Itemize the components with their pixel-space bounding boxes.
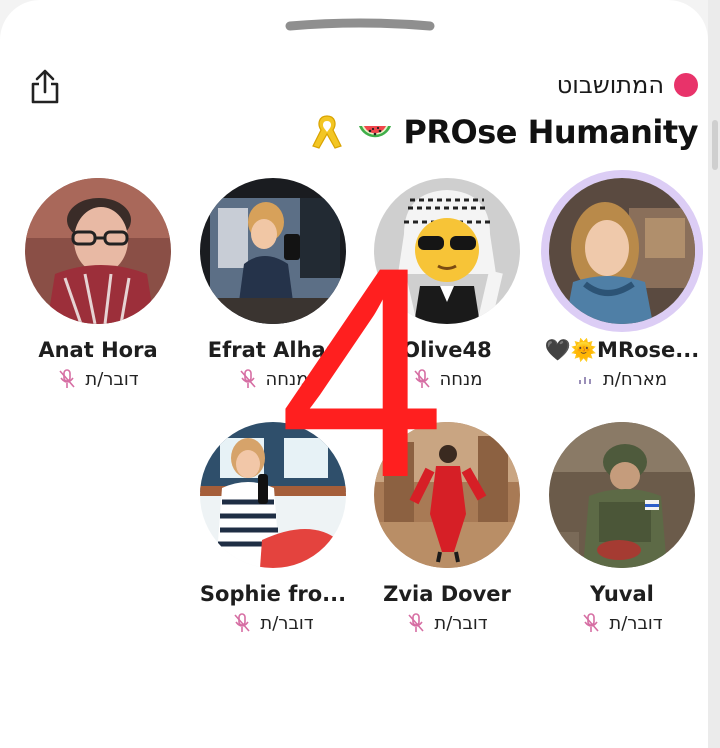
screen-edge — [708, 0, 720, 748]
speaker-card[interactable]: Sophie fro... דובר/ת — [185, 422, 361, 634]
space-sheet: המתושבוט PROse Humanity Anat Hora דובר/ת… — [0, 0, 708, 748]
mic-muted-icon — [234, 613, 251, 632]
speaker-role-row: מנחה — [359, 368, 535, 390]
speaker-role: דובר/ת — [434, 612, 488, 634]
side-scroll-indicator — [712, 120, 718, 170]
speaker-role: דובר/ת — [85, 368, 139, 390]
live-indicator-dot — [674, 73, 698, 97]
speaker-role: מנחה — [439, 368, 483, 390]
share-button[interactable] — [28, 68, 62, 106]
speaker-role: מנחה — [265, 368, 309, 390]
speaker-role-row: דובר/ת — [185, 612, 361, 634]
speaker-name: Olive48 — [402, 338, 492, 362]
speaker-card[interactable]: Yuval דובר/ת — [534, 422, 708, 634]
zvia-dover-avatar[interactable] — [374, 422, 520, 568]
speaker-role-row: מנחה — [185, 368, 361, 390]
sheet-grabber-handle[interactable] — [284, 18, 436, 32]
speaker-role: דובר/ת — [260, 612, 314, 634]
mic-muted-icon — [239, 369, 256, 388]
speaker-role: מארח/ת — [602, 369, 668, 390]
space-status: המתושבוט — [557, 70, 698, 100]
yellow-ribbon-icon — [312, 115, 343, 149]
speaker-role-row: מארח/ת — [534, 369, 708, 390]
speaker-name: Sophie fro... — [199, 582, 347, 606]
mic-muted-icon — [413, 369, 430, 388]
speaker-card[interactable]: Olive48 מנחה — [359, 178, 535, 390]
speaker-card[interactable]: Efrat Alhas מנחה — [185, 178, 361, 390]
yuval-avatar[interactable] — [549, 422, 695, 568]
speaker-name: Efrat Alhas — [207, 338, 339, 362]
speaker-role: דובר/ת — [609, 612, 663, 634]
speaker-card[interactable]: Zvia Dover דובר/ת — [359, 422, 535, 634]
speaker-role-row: דובר/ת — [534, 612, 708, 634]
speaker-name: 🖤🌞MRose... — [544, 338, 700, 362]
mic-muted-icon — [408, 613, 425, 632]
speaking-wave-icon — [578, 376, 591, 384]
olive48-avatar[interactable] — [374, 178, 520, 324]
status-label: המתושבוט — [556, 71, 664, 99]
mic-muted-icon — [59, 369, 76, 388]
share-icon — [31, 69, 59, 104]
space-title-text: PROse Humanity — [403, 113, 698, 151]
speaker-card[interactable]: Anat Hora דובר/ת — [10, 178, 186, 390]
speaker-role-row: דובר/ת — [359, 612, 535, 634]
speaker-card[interactable]: 🖤🌞MRose... מארח/ת — [534, 178, 708, 390]
sophie-avatar[interactable] — [200, 422, 346, 568]
efrat-alhas-avatar[interactable] — [200, 178, 346, 324]
speaker-name: Anat Hora — [38, 338, 158, 362]
speaker-name: Zvia Dover — [383, 582, 511, 606]
mic-muted-icon — [583, 613, 600, 632]
space-title: PROse Humanity — [307, 106, 698, 158]
speaker-role-row: דובר/ת — [10, 368, 186, 390]
anat-hora-avatar[interactable] — [25, 178, 171, 324]
watermelon-icon — [359, 126, 392, 138]
mrose-avatar[interactable] — [549, 178, 695, 324]
speaker-name: Yuval — [590, 582, 654, 606]
